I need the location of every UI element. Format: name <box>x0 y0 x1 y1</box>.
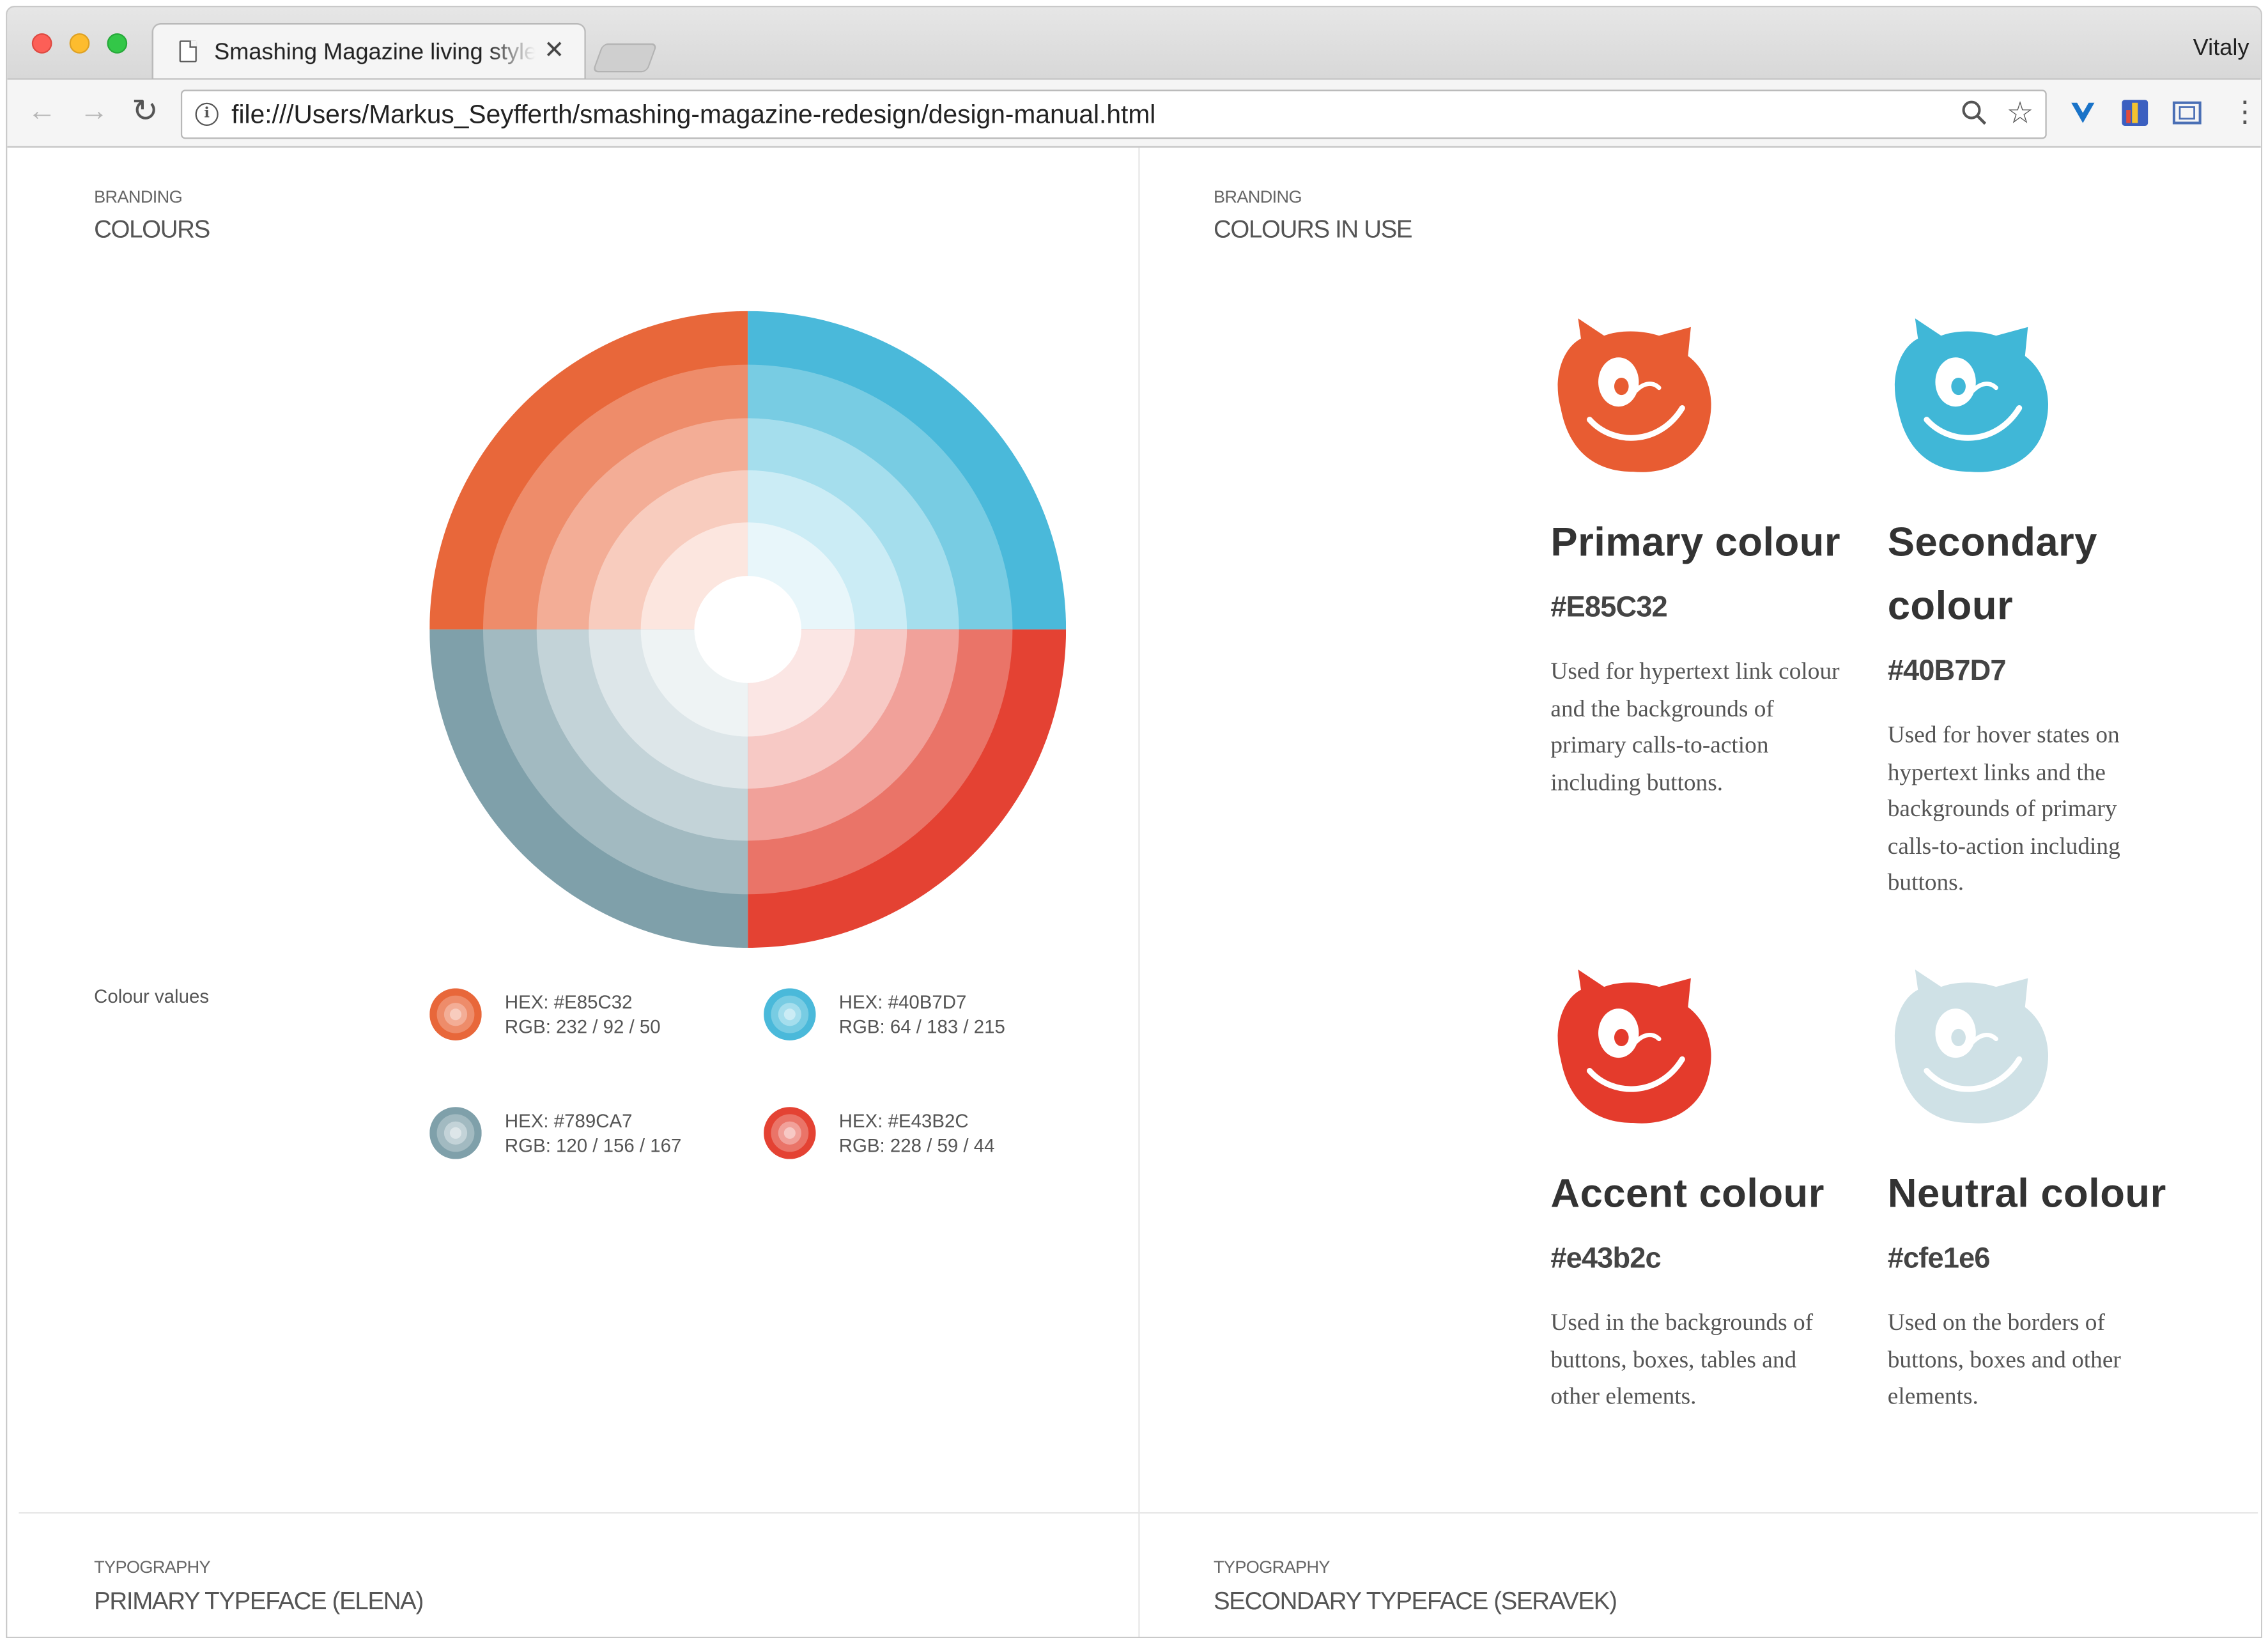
section-title: SECONDARY TYPEFACE (SERAVEK) <box>1213 1587 1617 1615</box>
swatch-rgb: RGB: 228 / 59 / 44 <box>838 1134 995 1157</box>
swatch-grey: HEX: #789CA7 RGB: 120 / 156 / 167 <box>429 1104 748 1163</box>
section-title: COLOURS <box>94 215 210 243</box>
section-eyebrow: TYPOGRAPHY <box>94 1557 211 1577</box>
close-icon[interactable]: ✕ <box>544 36 564 65</box>
swatch-dot <box>429 1107 482 1159</box>
colour-hex: #E85C32 <box>1550 592 1667 624</box>
swatch-rgb: RGB: 232 / 92 / 50 <box>504 1016 661 1038</box>
swatch-red: HEX: #E43B2C RGB: 228 / 59 / 44 <box>764 1104 1082 1163</box>
zoom-window-button[interactable] <box>107 33 128 54</box>
browser-toolbar: ← → ↻ i file:///Users/Markus_Seyfferth/s… <box>7 78 2261 148</box>
swatch-orange: HEX: #E85C32 RGB: 232 / 92 / 50 <box>429 985 748 1044</box>
swatch-hex: HEX: #E85C32 <box>504 991 633 1013</box>
colour-description: Used for hover states on hypertext links… <box>1887 720 2120 897</box>
colour-description: Used on the borders of buttons, boxes an… <box>1887 1308 2121 1410</box>
close-window-button[interactable] <box>31 33 52 54</box>
info-icon[interactable]: i <box>195 102 219 126</box>
swatch-dot <box>429 988 482 1040</box>
swatch-dot <box>764 1107 816 1159</box>
swatch-blue: HEX: #40B7D7 RGB: 64 / 183 / 215 <box>764 985 1082 1044</box>
star-icon[interactable]: ☆ <box>2007 95 2034 132</box>
section-eyebrow: TYPOGRAPHY <box>1213 1557 1331 1577</box>
colour-name: Primary colour <box>1550 519 1841 565</box>
colour-hex: #cfe1e6 <box>1887 1242 1991 1275</box>
swatch-rgb: RGB: 120 / 156 / 167 <box>504 1134 682 1157</box>
back-arrow-icon[interactable]: ← <box>27 97 56 126</box>
extension-icon[interactable] <box>2067 97 2099 129</box>
cat-mascot-icon <box>1894 318 2048 472</box>
section-eyebrow: BRANDING <box>94 187 183 207</box>
colour-values-label: Colour values <box>94 985 210 1007</box>
browser-window: Smashing Magazine living style guide ✕ V… <box>6 6 2262 1638</box>
colour-description: Used in the backgrounds of buttons, boxe… <box>1550 1308 1814 1410</box>
cat-mascot-icon <box>1557 318 1711 472</box>
menu-icon[interactable]: ⋮ <box>2229 97 2261 129</box>
page-content: BRANDING COLOURS Colour values HEX: #E85… <box>7 147 2261 1637</box>
section-eyebrow: BRANDING <box>1213 187 1302 207</box>
address-bar[interactable]: i file:///Users/Markus_Seyfferth/smashin… <box>180 89 2047 139</box>
swatch-dot <box>764 988 816 1040</box>
section-title: COLOURS IN USE <box>1213 215 1413 243</box>
new-tab-button[interactable] <box>592 43 658 73</box>
document-icon <box>179 40 197 63</box>
section-title: PRIMARY TYPEFACE (ELENA) <box>94 1587 424 1615</box>
swatch-hex: HEX: #789CA7 <box>504 1109 633 1132</box>
tab-title: Smashing Magazine living style guide <box>213 40 536 65</box>
swatch-rgb: RGB: 64 / 183 / 215 <box>838 1016 1005 1038</box>
tab-bar: Smashing Magazine living style guide ✕ V… <box>7 7 2261 80</box>
tab-style-guide[interactable]: Smashing Magazine living style guide ✕ <box>151 23 586 80</box>
minimize-window-button[interactable] <box>69 33 90 54</box>
column-divider <box>1138 147 1140 1637</box>
colour-wheel <box>429 311 1067 948</box>
url-text[interactable]: file:///Users/Markus_Seyfferth/smashing-… <box>231 100 1155 130</box>
forward-arrow-icon[interactable]: → <box>79 97 108 126</box>
row-divider <box>19 1512 2258 1514</box>
profile-name[interactable]: Vitaly <box>2193 36 2249 63</box>
zoom-icon[interactable] <box>1961 100 1987 126</box>
colour-name: Neutral colour <box>1887 1170 2166 1216</box>
cat-mascot-icon <box>1894 970 2048 1124</box>
colour-description: Used for hypertext link colour and the b… <box>1550 656 1840 796</box>
extension-icon[interactable] <box>2171 97 2203 129</box>
extension-icon[interactable] <box>2119 97 2151 129</box>
colour-name: Secondary colour <box>1887 519 2097 628</box>
swatch-hex: HEX: #E43B2C <box>838 1109 969 1132</box>
colour-name: Accent colour <box>1550 1170 1824 1216</box>
colour-hex: #40B7D7 <box>1887 655 2007 688</box>
swatch-hex: HEX: #40B7D7 <box>838 991 967 1013</box>
cat-mascot-icon <box>1557 970 1711 1124</box>
reload-icon[interactable]: ↻ <box>132 95 158 127</box>
colour-hex: #e43b2c <box>1550 1242 1661 1275</box>
